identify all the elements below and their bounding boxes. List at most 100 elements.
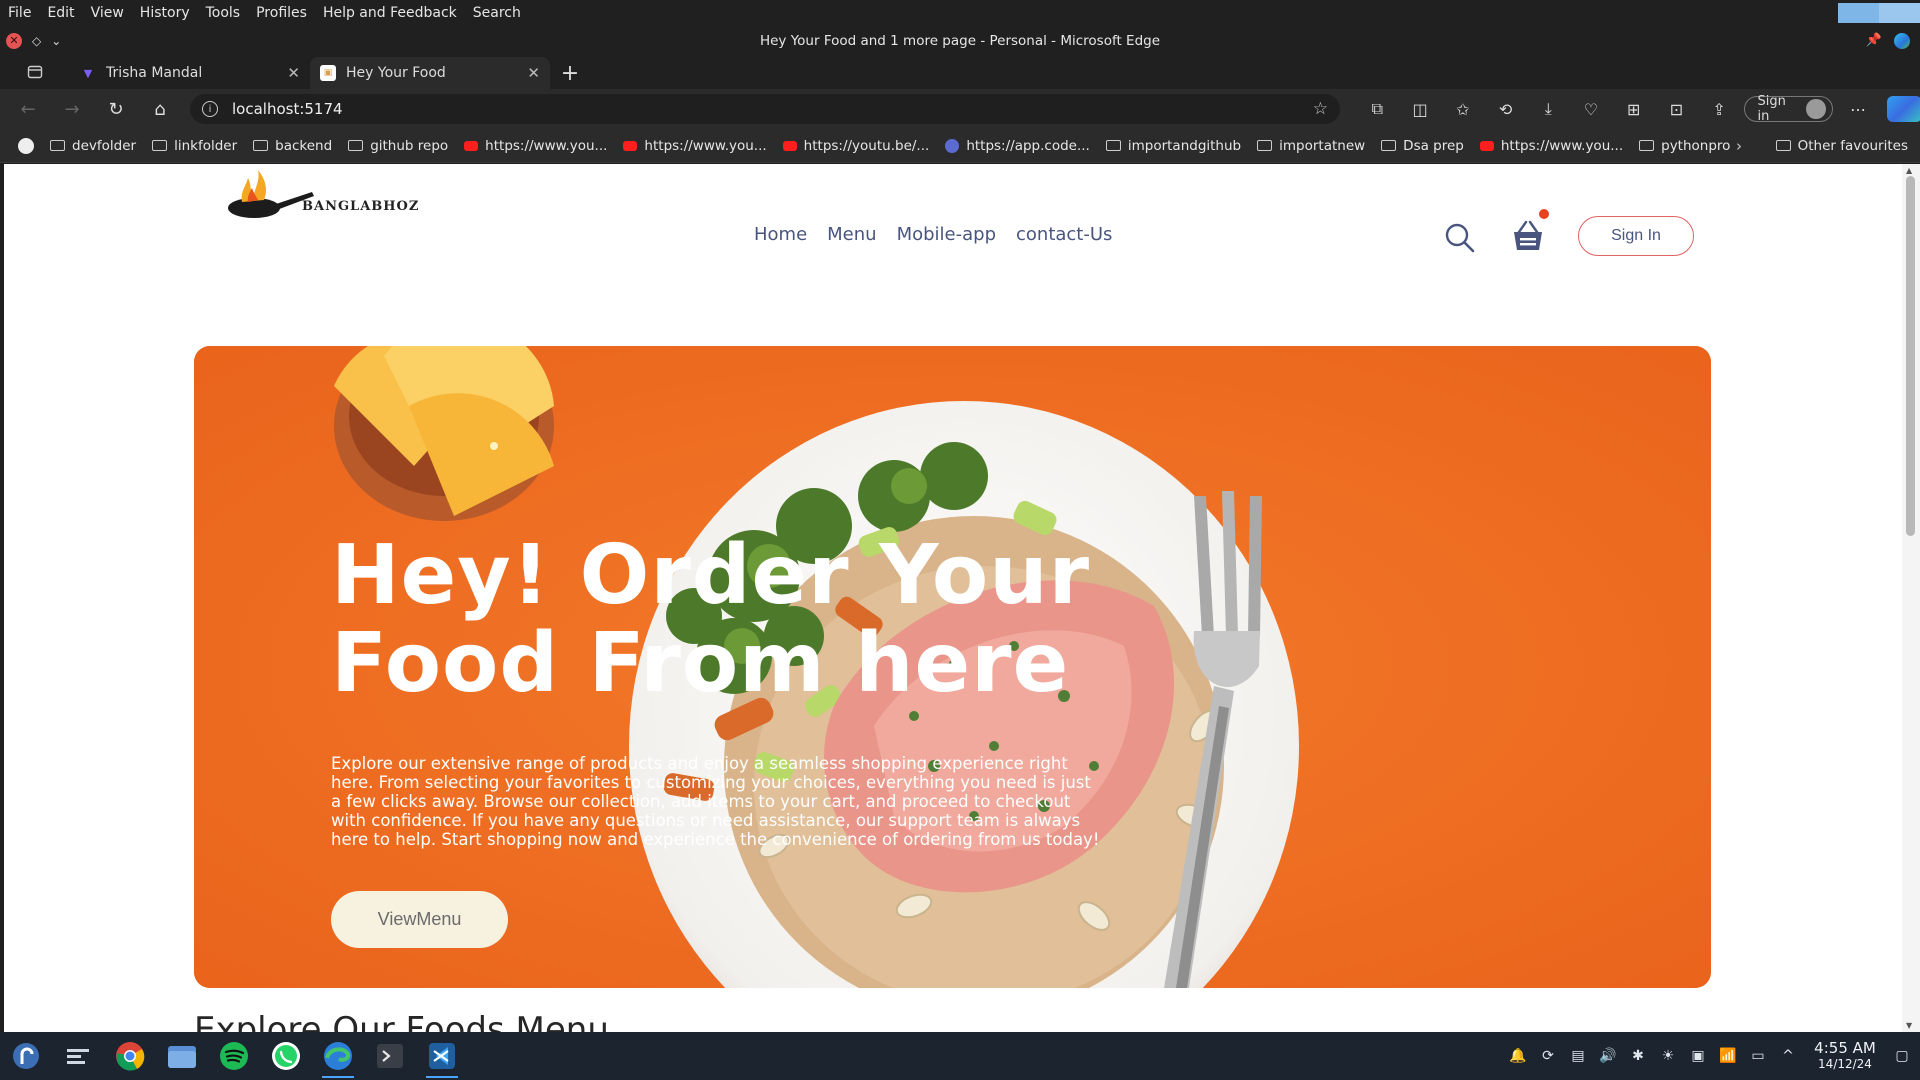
menu-edit[interactable]: Edit bbox=[39, 5, 82, 21]
browser-essentials-icon[interactable]: ♡ bbox=[1570, 91, 1613, 127]
scroll-up-icon[interactable]: ▲ bbox=[1906, 166, 1912, 175]
bookmark-item[interactable]: https://www.you... bbox=[615, 138, 774, 154]
battery-icon[interactable]: ▭ bbox=[1750, 1048, 1766, 1064]
scroll-down-icon[interactable]: ▼ bbox=[1906, 1021, 1912, 1030]
taskbar-chrome[interactable] bbox=[104, 1032, 156, 1080]
brightness-icon[interactable]: ☀ bbox=[1660, 1048, 1676, 1064]
avatar-icon bbox=[1806, 99, 1826, 119]
menu-tools[interactable]: Tools bbox=[198, 5, 249, 21]
bluetooth-icon[interactable]: ✱ bbox=[1630, 1048, 1646, 1064]
bookmark-item[interactable]: devfolder bbox=[42, 138, 144, 154]
menu-help[interactable]: Help and Feedback bbox=[315, 5, 465, 21]
bookmark-item[interactable]: importatnew bbox=[1249, 138, 1373, 154]
brand-logo-icon[interactable] bbox=[222, 164, 412, 228]
favorites-icon[interactable]: ✩ bbox=[1441, 91, 1484, 127]
updates-icon[interactable]: ⟳ bbox=[1540, 1048, 1556, 1064]
bookmark-github[interactable] bbox=[10, 137, 42, 154]
nav-menu[interactable]: Menu bbox=[827, 224, 876, 245]
more-menu-icon[interactable]: ⋯ bbox=[1837, 91, 1880, 127]
bookmark-item[interactable]: pythonpro bbox=[1631, 138, 1738, 154]
window-keep-above-icon[interactable]: ◇ bbox=[32, 34, 41, 48]
basket-icon[interactable] bbox=[1510, 218, 1546, 254]
bookmark-label: https://app.code... bbox=[966, 137, 1090, 154]
bookmark-item[interactable]: https://youtu.be/... bbox=[775, 138, 938, 154]
folder-icon bbox=[348, 140, 364, 151]
collections-icon[interactable]: ⊞ bbox=[1612, 91, 1655, 127]
volume-icon[interactable]: 🔊 bbox=[1599, 1048, 1616, 1064]
home-icon[interactable]: ⌂ bbox=[138, 91, 182, 127]
pin-icon[interactable]: 📌 bbox=[1866, 33, 1882, 48]
tab-close-icon[interactable]: ✕ bbox=[527, 64, 540, 82]
window-close-icon[interactable]: ✕ bbox=[6, 32, 22, 49]
device-icon[interactable]: ▣ bbox=[1690, 1048, 1706, 1064]
copilot-icon[interactable] bbox=[1887, 96, 1920, 122]
bookmark-item[interactable]: linkfolder bbox=[144, 138, 245, 154]
folder-icon bbox=[1105, 140, 1121, 151]
bookmark-item[interactable]: https://app.code... bbox=[937, 138, 1098, 154]
other-favourites[interactable]: Other favourites bbox=[1775, 138, 1908, 154]
scrollbar-thumb[interactable] bbox=[1906, 176, 1915, 536]
address-url[interactable]: localhost:5174 bbox=[232, 100, 1313, 118]
window-preview-thumbnail[interactable] bbox=[1838, 3, 1920, 23]
downloads-icon[interactable]: ⤓ bbox=[1527, 91, 1570, 127]
edge-icon bbox=[324, 1042, 352, 1070]
view-menu-button[interactable]: ViewMenu bbox=[331, 891, 508, 948]
taskbar-spotify[interactable] bbox=[208, 1032, 260, 1080]
clock-time: 4:55 AM bbox=[1814, 1039, 1876, 1057]
signin-button[interactable]: Sign In bbox=[1578, 216, 1694, 256]
tab-close-icon[interactable]: ✕ bbox=[287, 64, 300, 82]
site-info-icon[interactable]: i bbox=[202, 101, 218, 117]
hero-banner: Hey! Order Your Food From here Explore o… bbox=[194, 346, 1711, 988]
back-icon[interactable]: ← bbox=[6, 91, 50, 127]
menu-search[interactable]: Search bbox=[465, 5, 529, 21]
tab-trisha-mandal[interactable]: ▼ Trisha Mandal ✕ bbox=[70, 57, 310, 89]
folder-icon bbox=[1381, 140, 1397, 151]
nav-contact-us[interactable]: contact-Us bbox=[1016, 224, 1112, 245]
chrome-icon bbox=[116, 1042, 145, 1071]
menu-profiles[interactable]: Profiles bbox=[248, 5, 315, 21]
history-icon[interactable]: ⟲ bbox=[1484, 91, 1527, 127]
nav-mobile-app[interactable]: Mobile-app bbox=[897, 224, 996, 245]
profile-signin-button[interactable]: Sign in bbox=[1744, 94, 1833, 124]
window-menu-chevron-icon[interactable]: ⌄ bbox=[51, 34, 61, 48]
taskbar-whatsapp[interactable] bbox=[260, 1032, 312, 1080]
clipboard-icon[interactable]: ▤ bbox=[1570, 1048, 1586, 1064]
bookmark-item[interactable]: https://www.you... bbox=[456, 138, 615, 154]
bookmark-item[interactable]: https://www.you... bbox=[1472, 138, 1631, 154]
share-icon[interactable]: ⇪ bbox=[1698, 91, 1741, 127]
notifications-bell-icon[interactable]: 🔔 bbox=[1509, 1048, 1526, 1064]
taskbar-files[interactable] bbox=[156, 1032, 208, 1080]
refresh-icon[interactable]: ↻ bbox=[94, 91, 138, 127]
taskbar-edge[interactable] bbox=[312, 1032, 364, 1080]
bookmark-item[interactable]: importandgithub bbox=[1098, 138, 1249, 154]
taskbar-terminal[interactable] bbox=[364, 1032, 416, 1080]
taskbar-vscode[interactable] bbox=[416, 1032, 468, 1080]
wifi-icon[interactable]: 📶 bbox=[1719, 1048, 1736, 1064]
menu-history[interactable]: History bbox=[132, 5, 198, 21]
screenshot-icon[interactable]: ⊡ bbox=[1655, 91, 1698, 127]
split-screen-icon[interactable]: ◫ bbox=[1399, 91, 1442, 127]
taskbar-overview[interactable] bbox=[52, 1032, 104, 1080]
clock[interactable]: 4:55 AM 14/12/24 bbox=[1810, 1040, 1880, 1072]
new-tab-icon[interactable]: + bbox=[550, 57, 590, 89]
address-bar[interactable]: i localhost:5174 ☆ bbox=[190, 94, 1340, 124]
bookmark-item[interactable]: Dsa prep bbox=[1373, 138, 1472, 154]
bookmark-item[interactable]: github repo bbox=[340, 138, 456, 154]
app-launcher[interactable] bbox=[0, 1032, 52, 1080]
search-icon[interactable] bbox=[1444, 222, 1476, 254]
menu-view[interactable]: View bbox=[83, 5, 132, 21]
tab-actions-icon[interactable] bbox=[0, 55, 70, 89]
forward-icon[interactable]: → bbox=[50, 91, 94, 127]
page-scrollbar[interactable]: ▲ ▼ bbox=[1902, 164, 1920, 1032]
favorite-star-icon[interactable]: ☆ bbox=[1313, 99, 1328, 119]
fedora-icon bbox=[13, 1043, 39, 1069]
tray-expand-chevron-icon[interactable]: ^ bbox=[1780, 1048, 1796, 1064]
show-desktop-icon[interactable]: ▢ bbox=[1894, 1048, 1910, 1064]
hero-title-line-1: Hey! Order Your bbox=[331, 528, 1091, 623]
bookmarks-overflow-chevron-icon[interactable]: › bbox=[1736, 137, 1742, 155]
tab-hey-your-food[interactable]: ▣ Hey Your Food ✕ bbox=[310, 57, 550, 89]
extensions-icon[interactable]: ⧉ bbox=[1356, 91, 1399, 127]
nav-home[interactable]: Home bbox=[754, 224, 807, 245]
bookmark-item[interactable]: backend bbox=[245, 138, 340, 154]
menu-file[interactable]: File bbox=[0, 5, 39, 21]
